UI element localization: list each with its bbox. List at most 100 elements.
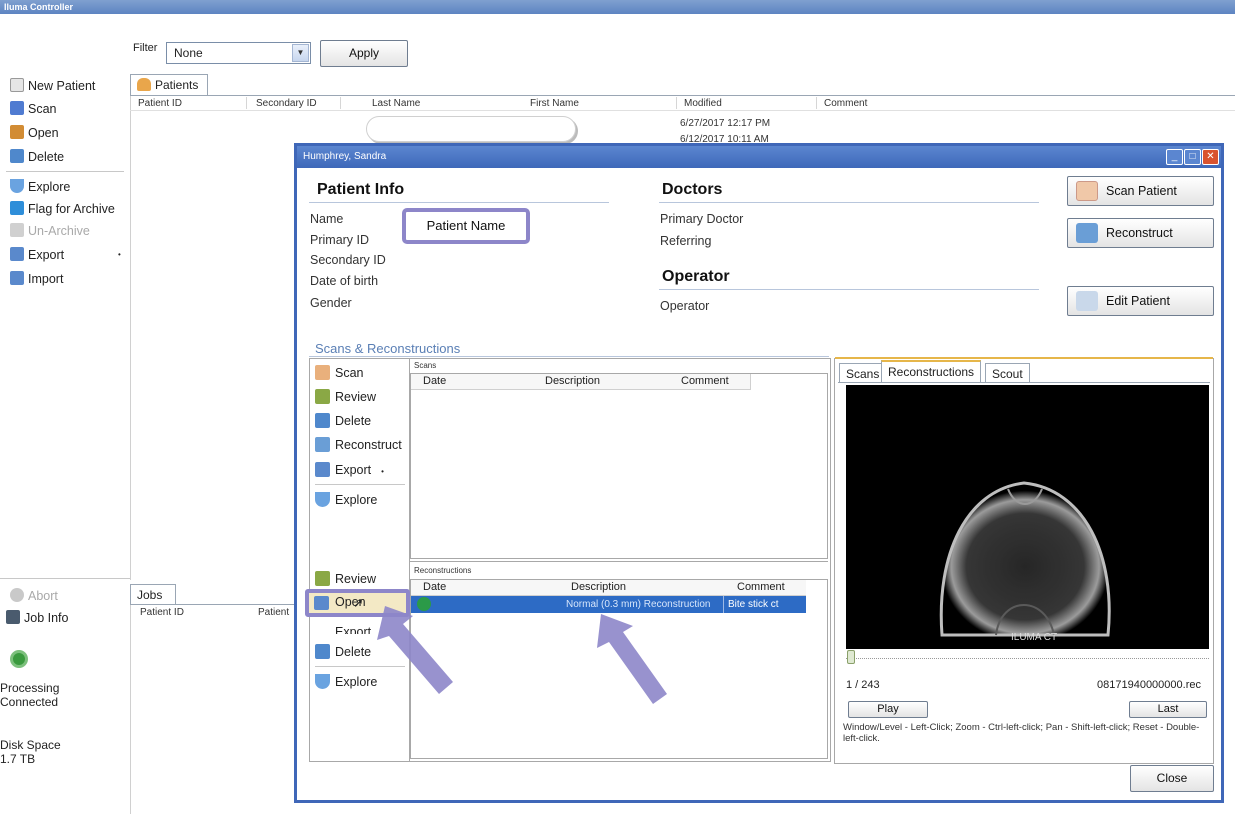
gear-icon	[10, 650, 28, 668]
patient-name-callout: Patient Name	[402, 208, 530, 244]
field-dob-label: Date of birth	[310, 274, 379, 288]
section-underline	[309, 202, 609, 203]
sidebar-item-open[interactable]: Open	[10, 123, 59, 143]
operator-title: Operator	[662, 268, 730, 285]
filter-select[interactable]: None ▼	[166, 42, 311, 64]
redacted-name-cell	[366, 116, 576, 142]
scan-action-review[interactable]: Review	[315, 387, 376, 407]
tab-scout[interactable]: Scout	[985, 363, 1030, 383]
scan-action-scan[interactable]: Scan	[315, 363, 364, 383]
column-header-secondary-id[interactable]: Secondary ID	[256, 98, 317, 109]
new-patient-icon	[10, 78, 24, 92]
recon-action-export[interactable]: Export	[315, 622, 371, 634]
abort-button[interactable]: Abort	[10, 586, 58, 606]
sidebar-item-scan[interactable]: Scan	[10, 99, 57, 119]
tab-label: Patients	[155, 78, 199, 92]
sidebar-item-import[interactable]: Import	[10, 269, 63, 289]
sidebar-item-label: Open	[28, 126, 59, 140]
tab-underline	[130, 604, 294, 605]
tab-underline	[130, 95, 1235, 96]
column-header-description[interactable]: Description	[571, 581, 626, 593]
sidebar-item-delete[interactable]: Delete	[10, 147, 64, 167]
column-header-patient-id[interactable]: Patient ID	[138, 98, 182, 109]
column-header-comment[interactable]: Comment	[681, 375, 729, 387]
reconstruct-button[interactable]: Reconstruct	[1067, 218, 1214, 248]
review-icon	[315, 571, 330, 586]
column-header-date[interactable]: Date	[423, 581, 446, 593]
tab-patients[interactable]: Patients	[130, 74, 208, 95]
disk-space-label: Disk Space	[0, 738, 61, 752]
recon-action-explore[interactable]: Explore	[315, 672, 377, 692]
column-header-comment[interactable]: Comment	[737, 581, 785, 593]
recon-grid-label: Reconstructions	[414, 566, 472, 575]
scans-grid-label: Scans	[414, 361, 437, 370]
minimize-icon[interactable]: _	[1166, 149, 1183, 165]
scan-icon	[10, 101, 24, 115]
column-header-date[interactable]: Date	[423, 375, 446, 387]
action-label: Reconstruct	[335, 438, 402, 452]
processing-label: Processing	[0, 681, 60, 695]
tab-scans[interactable]: Scans	[839, 363, 887, 383]
action-label: Delete	[335, 645, 372, 659]
action-label: Explore	[335, 493, 378, 507]
action-label: Scan	[335, 366, 364, 380]
slice-slider-track[interactable]	[846, 658, 1209, 659]
sidebar-item-explore[interactable]: Explore	[10, 177, 70, 197]
scan-action-explore[interactable]: Explore	[315, 490, 377, 510]
review-icon	[315, 389, 330, 404]
scan-action-export[interactable]: Export •	[315, 460, 384, 480]
delete-icon	[315, 413, 330, 428]
sidebar-item-label: Export	[28, 248, 65, 262]
sidebar-item-flag-archive[interactable]: Flag for Archive	[10, 199, 115, 219]
column-header-job-patient[interactable]: Patient	[258, 607, 289, 618]
sidebar-item-new-patient[interactable]: New Patient	[10, 76, 95, 96]
close-button[interactable]: Close	[1130, 765, 1214, 792]
dialog-title: Humphrey, Sandra	[303, 151, 387, 162]
recon-action-review[interactable]: Review	[315, 569, 376, 589]
processing-status: Processing Connected	[0, 681, 59, 709]
close-icon[interactable]: ✕	[1202, 149, 1219, 165]
sidebar-item-export[interactable]: Export •	[10, 245, 121, 265]
recon-grid-header: Date Description Comment	[411, 580, 806, 596]
tab-jobs[interactable]: Jobs	[130, 584, 176, 605]
tab-reconstructions[interactable]: Reconstructions	[881, 360, 982, 383]
scan-action-reconstruct[interactable]: Reconstruct	[315, 435, 402, 455]
maximize-icon[interactable]: □	[1184, 149, 1201, 165]
column-header-modified[interactable]: Modified	[684, 98, 722, 109]
column-header-first-name[interactable]: First Name	[530, 98, 579, 109]
play-button[interactable]: Play	[848, 701, 928, 718]
column-header-last-name[interactable]: Last Name	[372, 98, 420, 109]
annotation-arrow-icon	[597, 614, 667, 704]
delete-icon	[315, 644, 330, 659]
edit-patient-button[interactable]: Edit Patient	[1067, 286, 1214, 316]
sidebar-item-unarchive[interactable]: Un-Archive	[10, 221, 90, 241]
section-underline	[309, 356, 829, 357]
scan-patient-button[interactable]: Scan Patient	[1067, 176, 1214, 206]
chevron-down-icon[interactable]: ▼	[292, 44, 309, 62]
recon-action-delete[interactable]: Delete	[315, 642, 371, 662]
recon-description-cell: Normal (0.3 mm) Reconstruction	[566, 599, 711, 610]
table-row[interactable]: Normal (0.3 mm) Reconstruction Bite stic…	[411, 596, 806, 613]
column-header-description[interactable]: Description	[545, 375, 600, 387]
explore-icon	[315, 674, 330, 689]
panel-divider	[0, 578, 130, 579]
scan-patient-icon	[1076, 181, 1098, 201]
job-info-button[interactable]: Job Info	[6, 608, 68, 628]
slice-slider-thumb[interactable]	[847, 650, 855, 664]
column-header-job-patient-id[interactable]: Patient ID	[140, 607, 184, 618]
open-icon	[314, 596, 329, 610]
column-header-comment[interactable]: Comment	[824, 98, 867, 109]
scan-action-delete[interactable]: Delete	[315, 411, 371, 431]
last-button[interactable]: Last	[1129, 701, 1207, 718]
viewer-watermark: ILUMA CT	[1011, 632, 1058, 643]
modified-cell: 6/27/2017 12:17 PM	[680, 118, 771, 129]
header-divider	[130, 110, 1235, 111]
job-info-icon	[6, 610, 20, 624]
ct-image-viewer[interactable]: ILUMA CT	[846, 385, 1209, 649]
open-icon	[10, 125, 24, 139]
column-separator	[816, 97, 817, 109]
abort-icon	[10, 588, 24, 602]
scans-grid-header: Date Description Comment	[411, 374, 751, 390]
sidebar-border	[130, 84, 131, 580]
apply-button[interactable]: Apply	[320, 40, 408, 67]
